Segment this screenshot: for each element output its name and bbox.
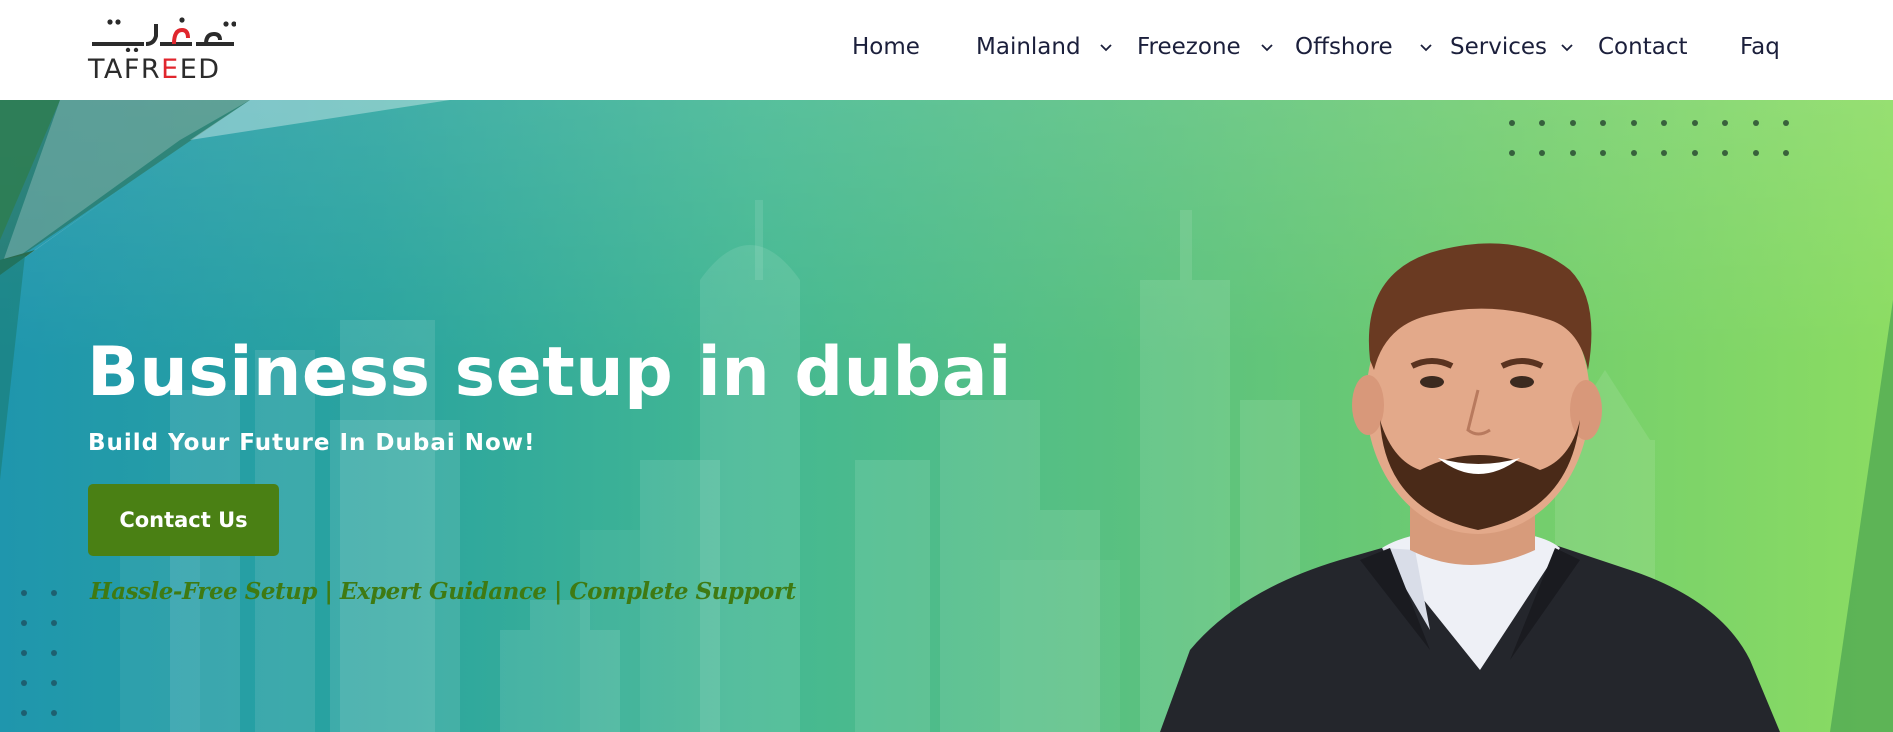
nav-item-contact[interactable]: Contact [1598, 34, 1687, 60]
site-header: TAFREED Home Mainland Freezone Offshore … [0, 0, 1893, 100]
nav-item-mainland[interactable]: Mainland [976, 34, 1112, 60]
businessman-photo [1160, 243, 1780, 732]
logo-arabic-wordmark [92, 17, 236, 52]
chevron-down-icon [1100, 44, 1112, 52]
hero-tagline: Hassle-Free Setup | Expert Guidance | Co… [90, 578, 796, 605]
logo-english-wordmark: TAFREED [88, 54, 221, 85]
hero-subtitle: Build Your Future In Dubai Now! [88, 430, 536, 456]
tafreed-logo[interactable]: TAFREED [88, 14, 248, 86]
chevron-down-icon [1561, 44, 1573, 52]
nav-item-faq[interactable]: Faq [1740, 34, 1780, 60]
chevron-down-icon [1420, 44, 1432, 52]
nav-item-home[interactable]: Home [852, 34, 920, 60]
hero-title: Business setup in dubai [87, 333, 1012, 412]
contact-us-button[interactable]: Contact Us [88, 484, 279, 556]
nav-item-services[interactable]: Services [1450, 34, 1573, 60]
hero-banner: Business setup in dubai Build Your Futur… [0, 100, 1893, 732]
chevron-down-icon [1261, 44, 1273, 52]
nav-item-freezone[interactable]: Freezone [1137, 34, 1273, 60]
dot-grid-bottom-left [21, 590, 57, 716]
corner-shape [1830, 300, 1893, 732]
nav-item-offshore[interactable]: Offshore [1295, 34, 1432, 60]
